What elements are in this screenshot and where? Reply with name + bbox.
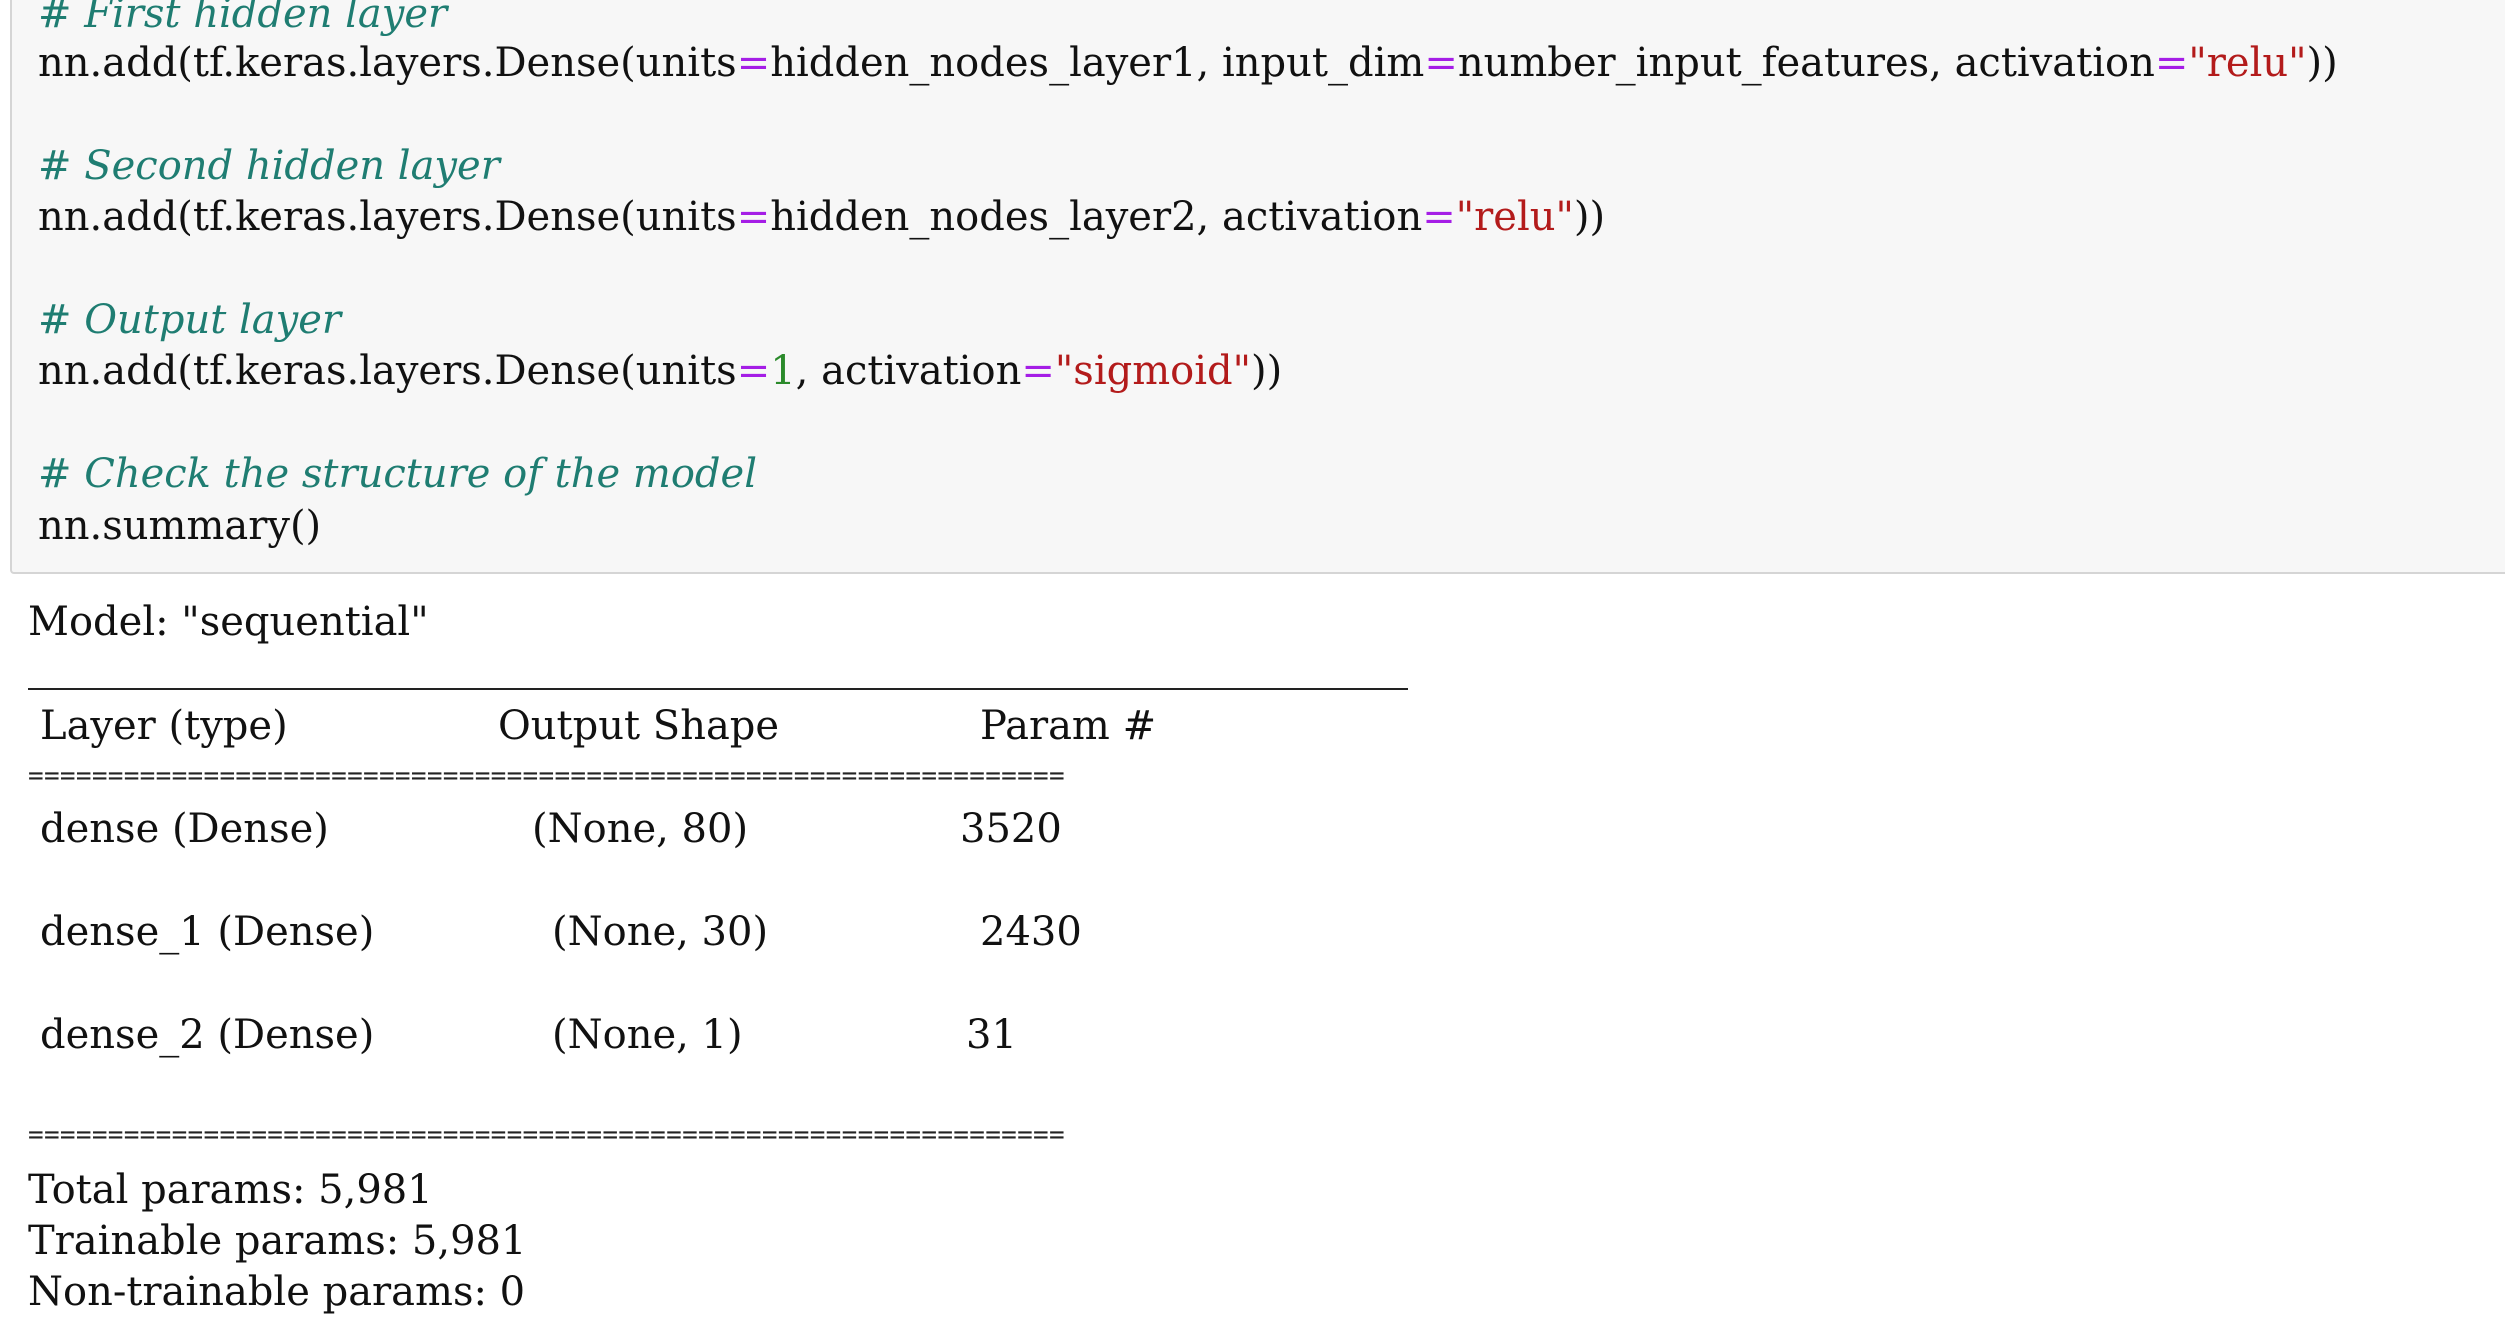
- header-layer-type: Layer (type): [40, 703, 288, 749]
- code-token: )): [1251, 348, 1283, 394]
- code-line-output-dense: nn.add(tf.keras.layers.Dense(units=1, ac…: [38, 347, 1282, 395]
- code-operator: =: [2154, 40, 2189, 86]
- row-param-count: 2430: [980, 909, 1082, 955]
- non-trainable-params: Non-trainable params: 0: [28, 1269, 526, 1315]
- code-number: 1: [770, 348, 796, 394]
- code-string: "relu": [2188, 40, 2307, 86]
- model-name-line: Model: "sequential": [28, 599, 429, 645]
- code-operator: =: [1424, 40, 1458, 86]
- row-layer-name: dense (Dense): [40, 806, 329, 852]
- code-operator: =: [736, 40, 771, 86]
- code-token: hidden_nodes_layer2, activation: [770, 194, 1423, 240]
- code-string: "relu": [1455, 194, 1574, 240]
- code-line-second-dense: nn.add(tf.keras.layers.Dense(units=hidde…: [38, 193, 1605, 241]
- row-layer-name: dense_2 (Dense): [40, 1012, 375, 1058]
- code-comment-output-layer: # Output layer: [38, 297, 342, 343]
- code-cell-input[interactable]: # First hidden layer nn.add(tf.keras.lay…: [10, 0, 2505, 574]
- code-operator: =: [736, 194, 771, 240]
- row-param-count: 3520: [960, 806, 1062, 852]
- code-token: )): [2306, 40, 2338, 86]
- code-comment-first-hidden-layer: # First hidden layer: [38, 0, 448, 37]
- row-output-shape: (None, 1): [552, 1012, 743, 1058]
- summary-top-rule: [28, 688, 1408, 690]
- row-param-count: 31: [966, 1012, 1017, 1058]
- code-comment-second-hidden-layer: # Second hidden layer: [38, 143, 500, 189]
- code-comment-check-structure: # Check the structure of the model: [38, 451, 757, 497]
- code-token: , activation: [795, 348, 1022, 394]
- code-token: nn.add(tf.keras.layers.Dense(units: [38, 348, 737, 394]
- code-token: number_input_features, activation: [1457, 40, 2155, 86]
- row-output-shape: (None, 80): [532, 806, 749, 852]
- code-token: hidden_nodes_layer1, input_dim: [770, 40, 1425, 86]
- code-line-first-dense: nn.add(tf.keras.layers.Dense(units=hidde…: [38, 39, 2338, 87]
- row-output-shape: (None, 30): [552, 909, 769, 955]
- code-operator: =: [736, 348, 771, 394]
- header-output-shape: Output Shape: [498, 703, 780, 749]
- code-operator: =: [1422, 194, 1456, 240]
- row-layer-name: dense_1 (Dense): [40, 909, 375, 955]
- summary-separator-bottom: ========================================…: [28, 1122, 1065, 1148]
- header-param-count: Param #: [980, 703, 1157, 749]
- code-token: )): [1573, 194, 1606, 240]
- code-line-summary: nn.summary(): [38, 503, 322, 549]
- code-operator: =: [1021, 348, 1055, 394]
- code-token: nn.add(tf.keras.layers.Dense(units: [38, 194, 737, 240]
- code-token: nn.add(tf.keras.layers.Dense(units: [38, 40, 737, 86]
- summary-separator-top: ========================================…: [28, 763, 1065, 789]
- code-string: "sigmoid": [1054, 348, 1252, 394]
- total-params: Total params: 5,981: [28, 1167, 433, 1213]
- trainable-params: Trainable params: 5,981: [28, 1218, 527, 1264]
